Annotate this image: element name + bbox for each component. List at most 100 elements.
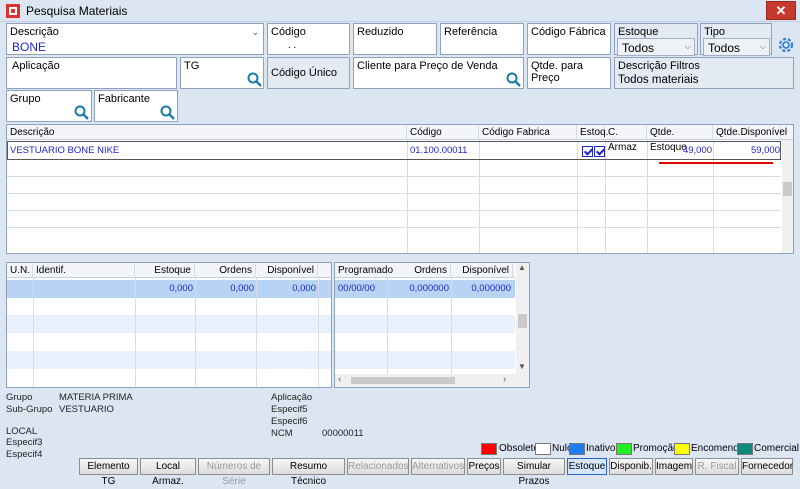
especif3-label: Especif3 xyxy=(6,437,43,448)
header-estoq[interactable]: Estoq. xyxy=(577,125,608,140)
referencia-field[interactable]: Referência xyxy=(440,23,524,55)
tg-label: TG xyxy=(184,60,200,72)
scrollbar-thumb[interactable] xyxy=(518,314,527,328)
table-row[interactable]: VESTUARIO BONE NIKE 01.100.00011 49,000 … xyxy=(7,141,781,160)
descricao-field[interactable]: Descrição BONE ⌄ xyxy=(6,23,264,55)
descricao-label: Descrição xyxy=(10,26,59,38)
search-icon[interactable] xyxy=(506,72,522,88)
local-armaz-button[interactable]: Local Armaz. xyxy=(140,458,196,487)
scrollbar-thumb[interactable] xyxy=(783,182,792,196)
reduzido-field[interactable]: Reduzido xyxy=(353,23,437,55)
chevron-down-icon: ⌵ xyxy=(684,42,691,51)
resumo-tecnico-button[interactable]: Resumo Técnico xyxy=(272,458,345,487)
legend-swatch-inativo xyxy=(569,443,585,455)
estoque-filter: Estoque Todos ⌵ xyxy=(614,23,698,56)
tipo-label: Tipo xyxy=(704,26,725,38)
estoque-select[interactable]: Todos ⌵ xyxy=(617,38,695,56)
grupo-label: Grupo xyxy=(10,93,41,105)
codigo-field[interactable]: Código . . xyxy=(267,23,350,55)
imagem-button[interactable]: Imagem xyxy=(655,458,693,475)
close-button[interactable]: ✕ xyxy=(766,1,796,20)
scrollbar-thumb[interactable] xyxy=(351,377,455,384)
especif6-label: Especif6 xyxy=(271,416,308,427)
header-estoque[interactable]: Estoque xyxy=(135,263,195,278)
cliente-preco-label: Cliente para Preço de Venda xyxy=(357,60,498,72)
row-qtde-disponivel: 59,000 xyxy=(750,145,780,156)
header-qtde-estoque[interactable]: Qtde. Estoque xyxy=(647,125,713,153)
aplicacao-info-label: Aplicação xyxy=(271,392,313,403)
local-info-label: LOCAL xyxy=(6,426,38,437)
header-codigo[interactable]: Código xyxy=(407,125,479,140)
referencia-label: Referência xyxy=(444,26,498,38)
scroll-left-icon[interactable]: ‹ xyxy=(338,374,341,385)
codigo-unico-field[interactable]: Código Único xyxy=(267,57,350,89)
elemento-tg-button[interactable]: Elemento TG xyxy=(79,458,138,487)
especif5-label: Especif5 xyxy=(271,404,308,415)
table-row[interactable]: 00/00/00 0,000000 0,000000 xyxy=(335,280,515,298)
tipo-filter: Tipo Todos ⌵ xyxy=(700,23,772,56)
programado-header: Programado Ordens Disponível xyxy=(335,263,515,278)
header-codigo-fabrica[interactable]: Código Fabrica xyxy=(479,125,577,140)
header-identif[interactable]: Identif. xyxy=(33,263,135,278)
gear-icon[interactable] xyxy=(777,36,795,54)
legend-swatch-nulo xyxy=(535,443,551,455)
descricao-value: BONE xyxy=(12,40,47,54)
legend-promocao: Promoção xyxy=(633,443,679,454)
chevron-down-icon[interactable]: ⌄ xyxy=(251,27,259,38)
estoque-button[interactable]: Estoque xyxy=(567,458,607,475)
header-descricao[interactable]: Descrição xyxy=(7,125,407,140)
search-icon[interactable] xyxy=(74,105,90,121)
tg-field[interactable]: TG xyxy=(180,57,264,89)
header-ordens[interactable]: Ordens xyxy=(387,263,451,278)
programado-ordens: 0,000000 xyxy=(409,283,449,294)
descricao-filtros-box: Descrição Filtros Todos materiais xyxy=(614,57,794,89)
qtde-preco-field[interactable]: Qtde. para Preço xyxy=(527,57,611,89)
codigo-value: . . xyxy=(288,40,297,51)
header-programado[interactable]: Programado xyxy=(335,263,393,278)
programado-vscrollbar[interactable]: ▲ ▼ xyxy=(516,263,529,374)
header-un[interactable]: U.N. xyxy=(7,263,33,278)
search-icon[interactable] xyxy=(247,72,263,88)
relacionados-button[interactable]: Relacionados xyxy=(347,458,409,475)
codigo-fabrica-field[interactable]: Código Fábrica xyxy=(527,23,611,55)
fabricante-field[interactable]: Fabricante xyxy=(94,90,178,122)
row-descricao: VESTUARIO BONE NIKE xyxy=(10,145,120,156)
header-c-armaz[interactable]: C. Armaz xyxy=(605,125,647,153)
c-armaz-checkbox[interactable] xyxy=(594,146,605,157)
scroll-down-icon[interactable]: ▼ xyxy=(518,362,526,371)
tipo-select[interactable]: Todos ⌵ xyxy=(703,38,770,56)
cliente-preco-field[interactable]: Cliente para Preço de Venda xyxy=(353,57,524,89)
search-icon[interactable] xyxy=(160,105,176,121)
scroll-up-icon[interactable]: ▲ xyxy=(518,263,526,272)
scroll-right-icon[interactable]: › xyxy=(503,374,506,385)
estoq-checkbox[interactable] xyxy=(582,146,593,157)
legend-inativo: Inativo xyxy=(586,443,616,454)
alternativos-button[interactable]: Alternativos xyxy=(411,458,465,475)
precos-button[interactable]: Preços xyxy=(467,458,501,475)
aplicacao-label: Aplicação xyxy=(12,60,60,72)
header-ordens[interactable]: Ordens xyxy=(195,263,256,278)
fornecedor-button[interactable]: Fornecedor xyxy=(741,458,793,475)
header-disponivel[interactable]: Disponível xyxy=(451,263,513,278)
app-icon xyxy=(6,4,20,18)
ncm-label: NCM xyxy=(271,428,293,439)
row-qtde-estoque: 49,000 xyxy=(682,145,712,156)
descricao-filtros-label: Descrição Filtros xyxy=(618,60,700,72)
simular-prazos-button[interactable]: Simular Prazos xyxy=(503,458,565,487)
programado-hscrollbar[interactable]: ‹ › xyxy=(335,374,529,387)
grupo-field[interactable]: Grupo xyxy=(6,90,92,122)
aplicacao-field[interactable]: Aplicação xyxy=(6,57,177,89)
header-disponivel[interactable]: Disponível xyxy=(256,263,318,278)
disponib-button[interactable]: Disponib. xyxy=(609,458,653,475)
reduzido-label: Reduzido xyxy=(357,26,404,38)
fabricante-label: Fabricante xyxy=(98,93,150,105)
header-qtde-disponivel[interactable]: Qtde.Disponível xyxy=(713,125,787,140)
legend-obsoleto: Obsoleto xyxy=(499,443,540,454)
results-scrollbar[interactable] xyxy=(782,140,793,253)
r-fiscal-button[interactable]: R. Fiscal xyxy=(695,458,739,475)
row-codigo: 01.100.00011 xyxy=(410,145,468,156)
numeros-serie-button[interactable]: Números de Série xyxy=(198,458,270,487)
subgrupo-info-value: VESTUARIO xyxy=(59,404,114,415)
table-row[interactable]: 0,000 0,000 0,000 xyxy=(7,280,331,298)
codigo-label: Código xyxy=(271,26,306,38)
